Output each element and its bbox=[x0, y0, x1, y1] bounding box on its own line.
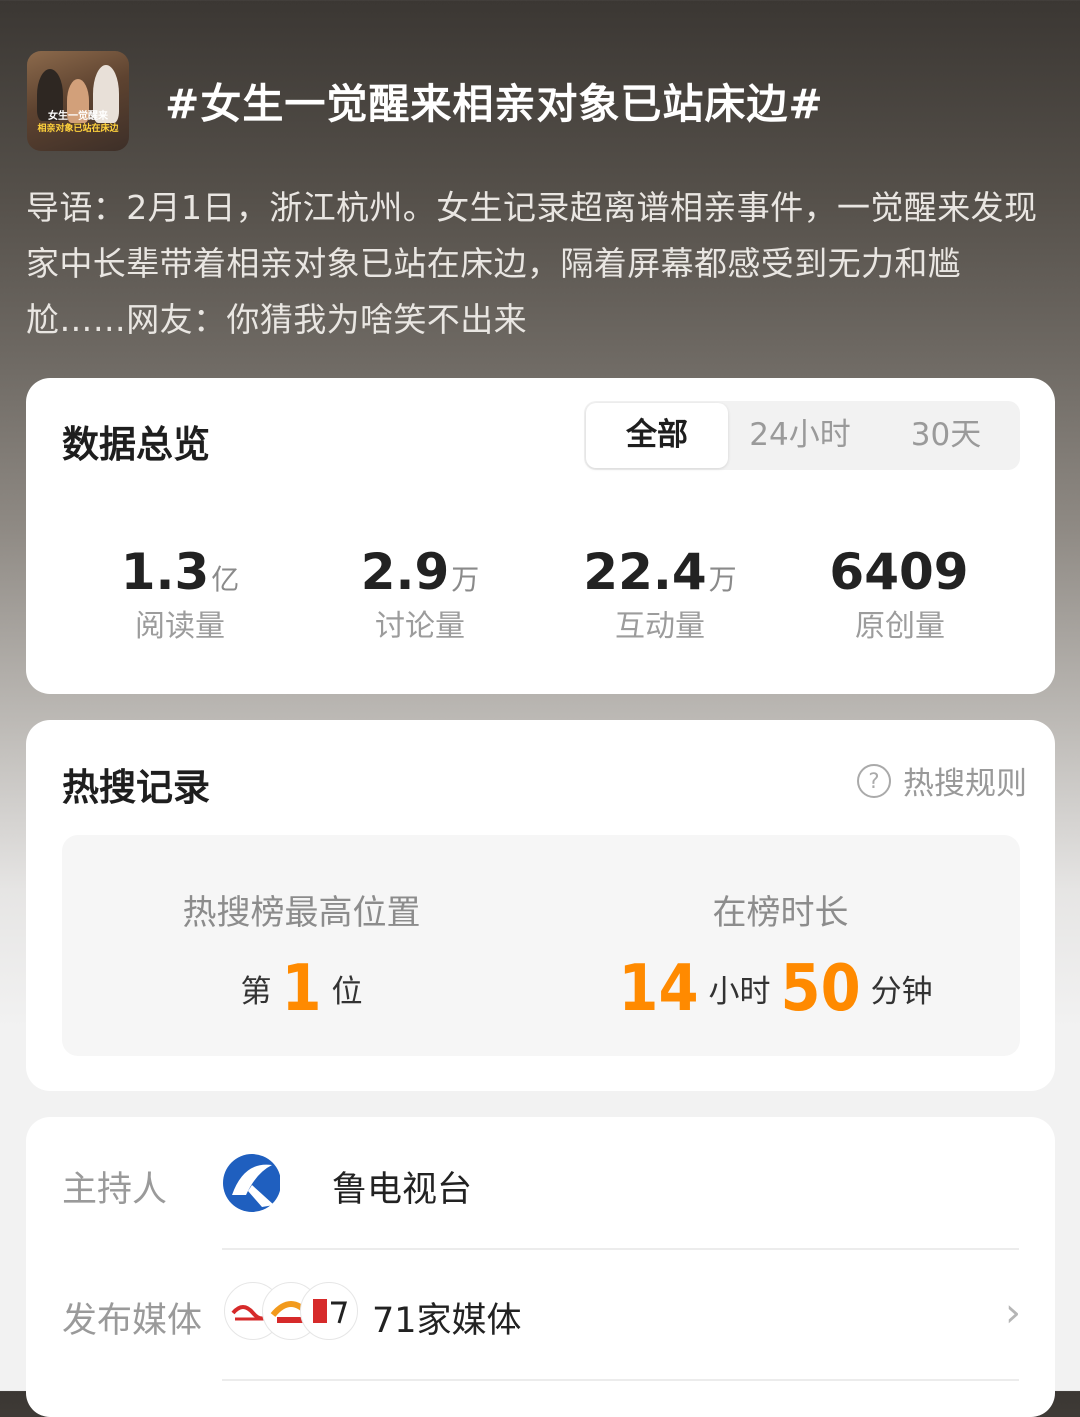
host-row[interactable]: 主持人 鲁电视台 bbox=[26, 1117, 1055, 1247]
stat-label: 讨论量 bbox=[375, 609, 465, 644]
rules-label: 热搜规则 bbox=[903, 766, 1027, 802]
rank-prefix: 第 bbox=[240, 974, 272, 1010]
topic-title: #女生一觉醒来相亲对象已站床边# bbox=[165, 80, 824, 128]
stat-label: 原创量 bbox=[855, 609, 945, 644]
stat-interactions: 22.4万 互动量 bbox=[540, 543, 780, 645]
card-title: 热搜记录 bbox=[62, 766, 210, 809]
media-logo bbox=[300, 1282, 358, 1340]
host-label: 主持人 bbox=[62, 1170, 168, 1210]
hours-unit: 小时 bbox=[708, 974, 771, 1010]
stat-value: 2.9 bbox=[360, 543, 450, 601]
stat-label: 阅读量 bbox=[135, 609, 225, 644]
hot-search-card: 热搜记录 ? 热搜规则 热搜榜最高位置 第1位 在榜时长 14 小时 50 分钟 bbox=[26, 720, 1055, 1091]
question-circle-icon: ? bbox=[857, 763, 891, 798]
media-logos bbox=[224, 1282, 358, 1340]
duration-hours: 14 bbox=[618, 952, 699, 1026]
host-name: 鲁电视台 bbox=[332, 1170, 473, 1210]
rank-number: 1 bbox=[281, 952, 322, 1026]
stat-value: 1.3 bbox=[120, 543, 210, 601]
tab-24h[interactable]: 24小时 bbox=[734, 401, 866, 470]
stat-unit: 万 bbox=[708, 563, 737, 596]
stat-value: 22.4 bbox=[583, 543, 707, 601]
stat-originals: 6409 原创量 bbox=[780, 543, 1020, 645]
stat-unit: 亿 bbox=[211, 563, 240, 596]
divider bbox=[222, 1379, 1019, 1381]
topic-thumbnail[interactable]: 女生一觉醒来 相亲对象已站在床边 bbox=[27, 51, 129, 151]
hot-search-rules-link[interactable]: ? 热搜规则 bbox=[857, 758, 1027, 803]
duration-block: 在榜时长 14 小时 50 分钟 bbox=[541, 885, 1020, 1026]
stat-reads: 1.3亿 阅读量 bbox=[60, 543, 300, 645]
host-logo bbox=[223, 1154, 286, 1212]
highest-rank-value: 第1位 bbox=[62, 952, 541, 1026]
tab-30d[interactable]: 30天 bbox=[876, 401, 1016, 470]
media-count: 71家媒体 bbox=[372, 1301, 522, 1341]
card-title: 数据总览 bbox=[62, 423, 210, 466]
media-label: 发布媒体 bbox=[62, 1301, 203, 1341]
thumbnail-caption: 女生一觉醒来 bbox=[48, 111, 108, 122]
stat-unit: 万 bbox=[451, 563, 480, 596]
data-overview-card: 数据总览 全部 24小时 30天 1.3亿 阅读量 2.9万 讨论量 22.4万… bbox=[26, 378, 1055, 694]
chevron-right-icon[interactable]: › bbox=[1005, 1290, 1021, 1336]
duration-value: 14 小时 50 分钟 bbox=[541, 952, 1020, 1026]
highest-rank-block: 热搜榜最高位置 第1位 bbox=[62, 885, 541, 1026]
time-range-selector: 全部 24小时 30天 bbox=[584, 401, 1020, 470]
stat-label: 互动量 bbox=[615, 609, 705, 644]
duration-minutes: 50 bbox=[780, 952, 861, 1026]
stat-value: 6409 bbox=[829, 543, 969, 601]
minutes-unit: 分钟 bbox=[870, 974, 933, 1010]
hot-search-stats: 热搜榜最高位置 第1位 在榜时长 14 小时 50 分钟 bbox=[62, 835, 1020, 1056]
thumbnail-caption: 相亲对象已站在床边 bbox=[37, 124, 119, 134]
media-row[interactable]: 发布媒体 71家媒体 › bbox=[26, 1248, 1055, 1378]
tab-all[interactable]: 全部 bbox=[586, 403, 728, 468]
rank-suffix: 位 bbox=[331, 974, 363, 1010]
topic-intro: 导语：2月1日，浙江杭州。女生记录超离谱相亲事件，一觉醒来发现家中长辈带着相亲对… bbox=[26, 188, 1038, 339]
highest-rank-label: 热搜榜最高位置 bbox=[182, 893, 421, 933]
topic-info-card: 主持人 鲁电视台 发布媒体 71家媒体 › bbox=[26, 1117, 1055, 1417]
duration-label: 在榜时长 bbox=[712, 893, 849, 933]
stat-discussions: 2.9万 讨论量 bbox=[300, 543, 540, 645]
